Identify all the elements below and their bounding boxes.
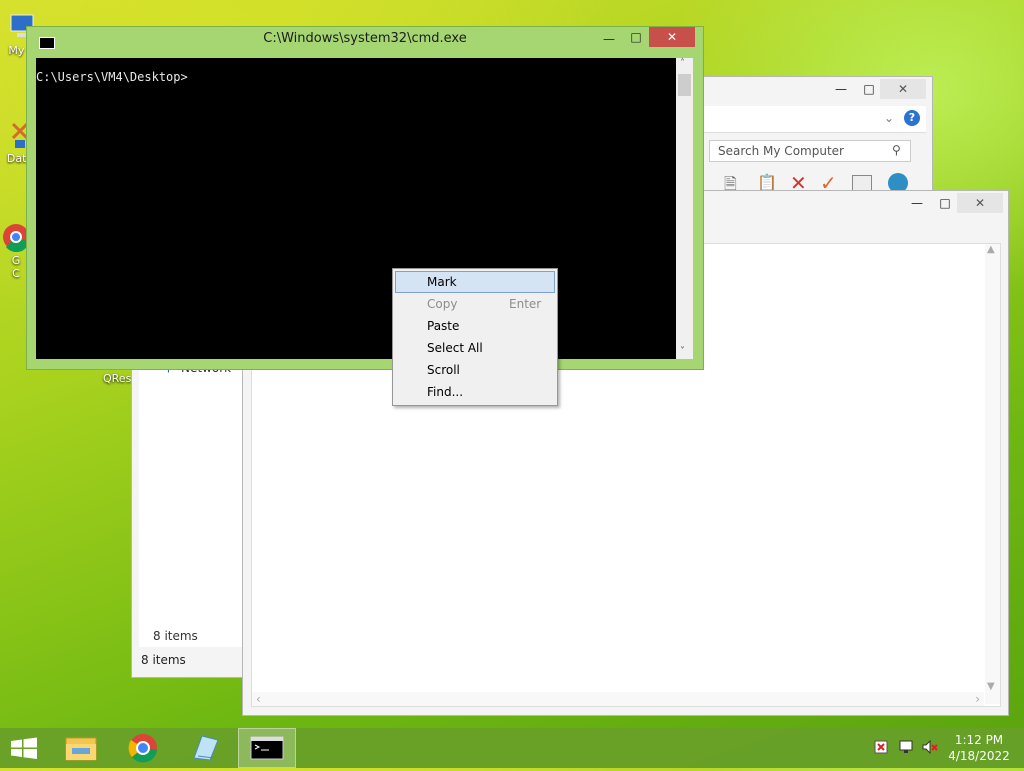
scroll-right-icon[interactable]: › — [975, 692, 980, 706]
search-placeholder: Search My Computer — [718, 144, 844, 158]
cmd-icon — [250, 736, 284, 760]
taskbar-chrome[interactable] — [114, 728, 172, 768]
tray-action-center-icon[interactable] — [874, 740, 888, 754]
chevron-down-icon[interactable]: ⌄ — [884, 111, 894, 125]
context-menu: Mark Copy Enter Paste Select All Scroll F… — [392, 268, 558, 406]
menu-item-copy[interactable]: Copy Enter — [393, 293, 557, 315]
desktop-icon-label: C — [12, 267, 20, 280]
menu-item-label: Mark — [427, 275, 457, 289]
chrome-icon — [128, 734, 157, 763]
minimize-button[interactable]: — — [595, 29, 623, 49]
taskbar: 1:12 PM 4/18/2022 — [0, 728, 1024, 768]
clock-time: 1:12 PM — [954, 733, 1004, 747]
horizontal-scrollbar[interactable]: ‹ › — [252, 692, 984, 706]
scroll-up-icon[interactable]: ▲ — [987, 244, 995, 255]
minimize-button[interactable]: — — [903, 193, 931, 213]
cmd-vertical-scrollbar[interactable]: ˄ ˅ — [676, 58, 693, 359]
tray-network-icon[interactable] — [899, 740, 915, 754]
menu-item-label: Find... — [427, 385, 464, 399]
minimize-button[interactable]: — — [827, 79, 855, 99]
desktop-icon-qres-label: QRes — [103, 372, 132, 385]
status-items-outer: 8 items — [141, 653, 186, 667]
scroll-thumb[interactable] — [678, 74, 691, 96]
maximize-button[interactable]: □ — [931, 193, 959, 213]
scroll-down-icon[interactable]: ˅ — [680, 346, 685, 357]
address-bar[interactable]: ⌄ ? — [704, 106, 926, 133]
cmd-window[interactable]: C:\Windows\system32\cmd.exe — □ ✕ C:\Use… — [26, 26, 704, 370]
help-icon[interactable]: ? — [904, 110, 920, 126]
taskbar-file-explorer[interactable] — [52, 728, 110, 768]
close-button[interactable]: ✕ — [957, 193, 1003, 213]
scroll-left-icon[interactable]: ‹ — [256, 692, 261, 706]
menu-item-paste[interactable]: Paste — [393, 315, 557, 337]
search-icon: ⚲ — [892, 143, 901, 157]
tray-volume-muted-icon[interactable] — [922, 739, 938, 755]
status-items-inner: 8 items — [153, 629, 198, 643]
search-input[interactable]: Search My Computer ⚲ — [709, 140, 911, 162]
tray-clock[interactable]: 1:12 PM 4/18/2022 — [946, 732, 1012, 764]
menu-item-find[interactable]: Find... — [393, 381, 557, 403]
navigation-pane: ⚲ Network 8 items — [139, 327, 242, 647]
menu-item-label: Scroll — [427, 363, 460, 377]
scroll-down-icon[interactable]: ▼ — [987, 681, 995, 692]
menu-item-select-all[interactable]: Select All — [393, 337, 557, 359]
close-button[interactable]: ✕ — [880, 79, 926, 99]
toolbar: 🗎 📋 ✕ ✓ — [702, 171, 922, 195]
folder-icon — [65, 737, 97, 761]
properties-icon[interactable] — [852, 175, 872, 191]
scroll-up-icon[interactable]: ˄ — [680, 58, 685, 69]
menu-item-scroll[interactable]: Scroll — [393, 359, 557, 381]
menu-item-mark[interactable]: Mark — [395, 271, 555, 293]
menu-item-label: Copy — [427, 297, 458, 311]
menu-item-label: Select All — [427, 341, 483, 355]
maximize-button[interactable]: □ — [622, 27, 650, 47]
console-prompt: C:\Users\VM4\Desktop> — [36, 70, 188, 84]
desktop-icon-label: G — [11, 254, 21, 267]
start-button[interactable] — [0, 728, 48, 768]
maximize-button[interactable]: □ — [855, 79, 883, 99]
notepad-icon — [193, 735, 219, 761]
menu-item-shortcut: Enter — [509, 297, 542, 311]
console-output[interactable]: C:\Users\VM4\Desktop> — [36, 58, 676, 359]
taskbar-notepad[interactable] — [176, 728, 234, 768]
taskbar-cmd[interactable] — [238, 728, 296, 768]
clock-date: 4/18/2022 — [948, 749, 1010, 763]
vertical-scrollbar[interactable]: ▲ ▼ — [985, 244, 1000, 704]
windows-logo-icon — [11, 737, 37, 759]
close-button[interactable]: ✕ — [649, 27, 695, 47]
menu-item-label: Paste — [427, 319, 460, 333]
